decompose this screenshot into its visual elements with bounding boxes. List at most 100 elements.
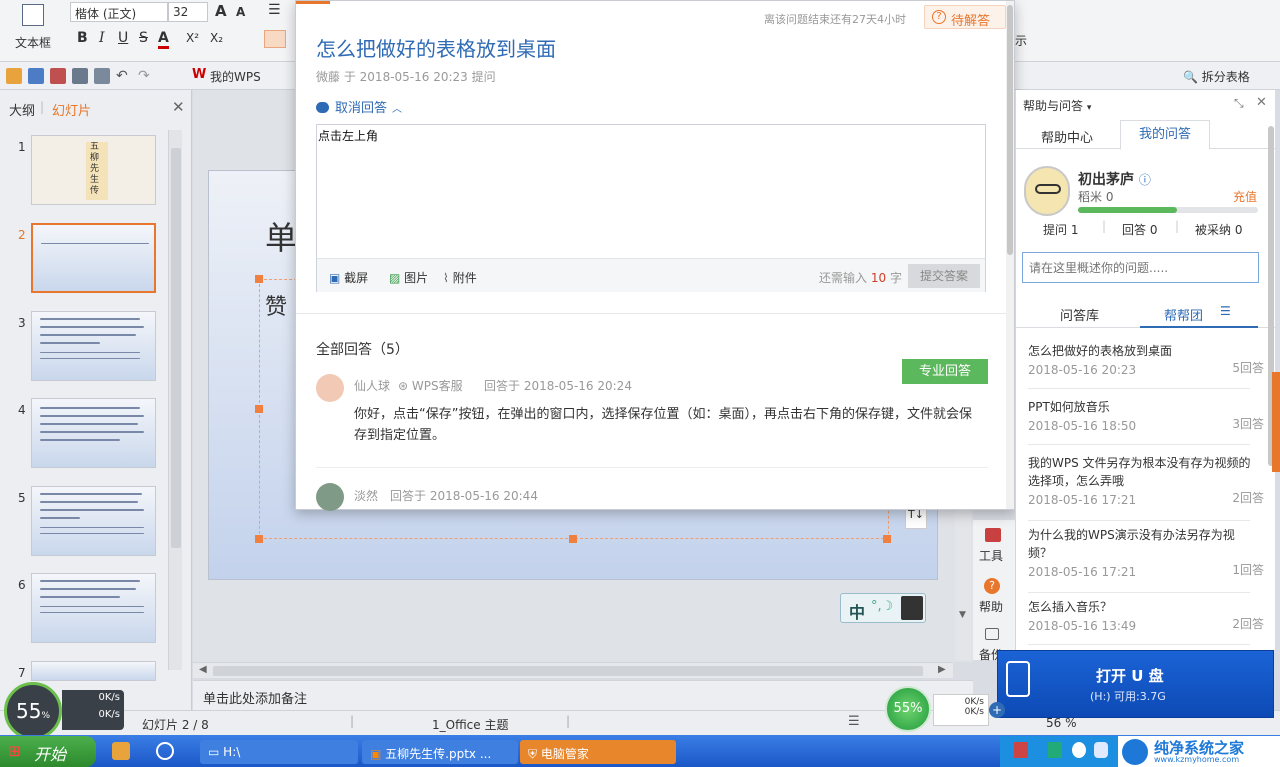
textbox-button[interactable]: 文本框	[8, 4, 58, 56]
stat-questions[interactable]: 提问 1	[1043, 221, 1078, 238]
memory-ball[interactable]: 55%	[885, 686, 931, 732]
scrollbar-thumb[interactable]	[1007, 5, 1013, 255]
ime-toolbar[interactable]: 中 °,☽	[840, 593, 926, 623]
notes-pane[interactable]: 单击此处添加备注	[193, 680, 973, 710]
filter-icon[interactable]: ☰	[1220, 304, 1231, 318]
font-name-select[interactable]: 楷体 (正文)	[70, 2, 168, 22]
scroll-left-icon[interactable]: ◀	[199, 664, 207, 675]
save-icon[interactable]	[28, 68, 44, 84]
slide-thumb-5[interactable]	[31, 486, 156, 556]
open-icon[interactable]	[6, 68, 22, 84]
usb-notification[interactable]: 打开 U 盘 (H:) 可用:3.7G	[997, 650, 1274, 718]
panel-edge-handle[interactable]	[1272, 372, 1280, 472]
question-title[interactable]: 怎么把做好的表格放到桌面	[1028, 342, 1252, 360]
zoom-level[interactable]: 56 %	[1046, 716, 1077, 730]
help-icon[interactable]: ?	[984, 578, 1000, 594]
ask-input[interactable]	[1022, 252, 1259, 283]
answer-author[interactable]: 仙人球	[354, 377, 390, 394]
attachment-button[interactable]: ⌇ 附件	[443, 269, 477, 286]
tab-outline[interactable]: 大纲	[9, 100, 35, 119]
perf-widget[interactable]: 55% 0K/s 0K/s	[4, 682, 126, 740]
question-list-item[interactable]: 我的WPS 文件另存为根本没有存为视频的选择项，怎么弄哦 2018-05-16 1…	[1028, 454, 1264, 521]
collapse-icon[interactable]: ⤡	[1234, 96, 1244, 111]
ime-lang[interactable]: 中	[849, 599, 865, 623]
shield-icon[interactable]	[1094, 742, 1108, 758]
slide-thumb-1[interactable]: 五柳先生传	[31, 135, 156, 205]
undo-icon[interactable]: ↶	[116, 68, 132, 84]
resize-handle[interactable]	[883, 535, 891, 543]
italic-button[interactable]: I	[99, 30, 105, 46]
resize-handle[interactable]	[255, 275, 263, 283]
tools-label[interactable]: 工具	[979, 547, 1003, 564]
slide-thumb-2[interactable]	[31, 223, 156, 293]
submit-answer-button[interactable]: 提交答案	[908, 264, 980, 288]
question-list-item[interactable]: 怎么插入音乐？ 2018-05-16 13:49 2回答	[1028, 598, 1264, 645]
popup-scrollbar[interactable]	[1006, 1, 1014, 509]
toolbox-icon[interactable]	[985, 528, 1001, 542]
layout-options-icon[interactable]: T↓	[905, 507, 927, 529]
thumb-scrollbar[interactable]	[168, 130, 182, 670]
tab-my-answers[interactable]: 我的问答	[1120, 120, 1210, 150]
close-icon[interactable]: ✕	[172, 98, 185, 116]
tab-slides[interactable]: 幻灯片	[52, 100, 91, 119]
tab-library[interactable]: 问答库	[1060, 305, 1099, 324]
tray-icon[interactable]	[1048, 742, 1062, 758]
slide-thumb-6[interactable]	[31, 573, 156, 643]
preview-icon[interactable]	[94, 68, 110, 84]
question-title[interactable]: 怎么插入音乐？	[1028, 598, 1252, 616]
resize-handle[interactable]	[255, 535, 263, 543]
question-title[interactable]: 为什么我的WPS演示没有办法另存为视频？	[1028, 526, 1252, 562]
font-size-select[interactable]: 32	[168, 2, 208, 22]
question-title[interactable]: 我的WPS 文件另存为根本没有存为视频的选择项，怎么弄哦	[1028, 454, 1252, 490]
print-icon[interactable]	[72, 68, 88, 84]
stat-accepted[interactable]: 被采纳 0	[1195, 221, 1242, 238]
image-button[interactable]: ▨ 图片	[389, 269, 428, 286]
taskbar-item-explorer[interactable]: ▭ H:\	[200, 740, 358, 764]
align-left-button[interactable]	[264, 30, 286, 48]
recharge-link[interactable]: 充值	[1233, 188, 1257, 205]
export-pdf-icon[interactable]	[50, 68, 66, 84]
my-wps-tab[interactable]: 我的WPS	[210, 68, 261, 85]
strike-button[interactable]: S	[139, 30, 148, 46]
tray-icon[interactable]	[1014, 742, 1028, 758]
scrollbar-thumb[interactable]	[171, 148, 181, 548]
list-icon[interactable]: ☰	[268, 2, 290, 20]
answer-textarea[interactable]: 点击左上角	[318, 127, 378, 144]
redo-icon[interactable]: ↷	[138, 68, 154, 84]
horizontal-scrollbar[interactable]: ◀ ▶	[193, 662, 953, 678]
net-speed-widget[interactable]: 55% 0K/s 0K/s +	[885, 686, 1005, 734]
cancel-answer-link[interactable]: 取消回答 ︿	[316, 97, 402, 116]
slide-thumb-3[interactable]	[31, 311, 156, 381]
stat-answers[interactable]: 回答 0	[1122, 221, 1157, 238]
boost-icon[interactable]: +	[989, 702, 1005, 718]
ie-icon[interactable]	[156, 742, 174, 760]
close-icon[interactable]: ✕	[1256, 95, 1267, 110]
perf-ball[interactable]: 55%	[4, 682, 62, 740]
taskbar-item-pptx[interactable]: ▣ 五柳先生传.pptx ...	[362, 740, 518, 764]
scroll-right-icon[interactable]: ▶	[938, 664, 946, 675]
quicklaunch-icon[interactable]	[112, 742, 130, 760]
subscript-button[interactable]: X₂	[210, 31, 223, 45]
screenshot-button[interactable]: ▣ 截屏	[329, 269, 368, 286]
resize-handle[interactable]	[569, 535, 577, 543]
scrollbar-thumb[interactable]	[213, 666, 923, 676]
slide-title[interactable]: 单	[265, 213, 297, 259]
shrink-font-button[interactable]: A	[236, 5, 245, 19]
help-label[interactable]: 帮助	[979, 598, 1003, 615]
font-color-button[interactable]: A	[158, 30, 169, 49]
question-list-item[interactable]: PPT如何放音乐 2018-05-16 18:50 3回答	[1028, 398, 1264, 445]
slide-thumb-7[interactable]	[31, 661, 156, 681]
ime-mode-icon[interactable]: °,☽	[871, 599, 893, 614]
panel-header[interactable]: 帮助与问答 ▾	[1023, 97, 1091, 114]
notes-toggle-icon[interactable]: ☰	[848, 714, 860, 729]
slide-thumb-4[interactable]	[31, 398, 156, 468]
bold-button[interactable]: B	[77, 30, 88, 46]
taskbar-item-pcmanager[interactable]: ⛨ 电脑管家	[520, 740, 676, 764]
tab-helpgroup[interactable]: 帮帮团 ☰	[1140, 298, 1258, 328]
scroll-down-icon[interactable]: ▼	[959, 610, 966, 620]
resize-handle[interactable]	[255, 405, 263, 413]
grow-font-button[interactable]: A	[215, 2, 227, 20]
tab-help-center[interactable]: 帮助中心	[1041, 127, 1093, 146]
question-list-item[interactable]: 怎么把做好的表格放到桌面 2018-05-16 20:23 5回答	[1028, 342, 1264, 389]
notes-placeholder[interactable]: 单击此处添加备注	[203, 688, 307, 707]
